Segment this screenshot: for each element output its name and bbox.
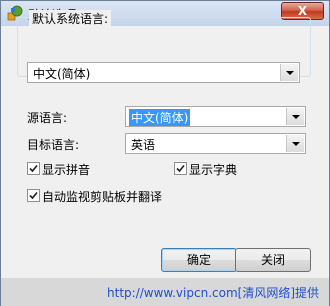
show-dictionary-checkbox[interactable]: [174, 162, 187, 175]
checkmark-icon: [176, 164, 185, 173]
system-language-select[interactable]: 中文(简体): [27, 62, 300, 83]
chevron-down-icon[interactable]: [286, 135, 304, 152]
show-dictionary-label[interactable]: 显示字典: [189, 161, 237, 178]
auto-monitor-clipboard-label[interactable]: 自动监视剪贴板并翻译: [42, 188, 162, 205]
close-button[interactable]: 关闭: [235, 248, 311, 272]
checkmark-icon: [29, 164, 38, 173]
source-language-value: 中文(简体): [129, 109, 191, 126]
source-language-label: 源语言:: [27, 111, 68, 125]
chevron-down-icon[interactable]: [280, 64, 298, 81]
show-pinyin-checkbox[interactable]: [27, 162, 40, 175]
system-language-group-title: 默认系统语言:: [29, 10, 112, 27]
checkmark-icon: [29, 191, 38, 200]
watermark-text: http://www.vipcn.com[清风网络]提供: [107, 286, 319, 300]
target-language-value: 英语: [131, 138, 156, 152]
system-language-value: 中文(简体): [33, 67, 91, 81]
target-language-label: 目标语言:: [27, 138, 80, 152]
chevron-down-icon[interactable]: [286, 108, 304, 125]
source-language-select[interactable]: 中文(简体): [125, 106, 306, 127]
ok-button[interactable]: 确定: [161, 248, 237, 272]
target-language-select[interactable]: 英语: [125, 133, 306, 154]
button-bar: 确定 关闭: [8, 233, 322, 277]
auto-monitor-clipboard-checkbox[interactable]: [27, 189, 40, 202]
show-pinyin-label[interactable]: 显示拼音: [42, 161, 90, 178]
options-dialog: 默认选项 X 默认系统语言: 中文(简体) 源语言: 中文(简体) 目标语言: …: [0, 0, 330, 306]
watermark-bar: http://www.vipcn.com[清风网络]提供: [1, 278, 329, 306]
